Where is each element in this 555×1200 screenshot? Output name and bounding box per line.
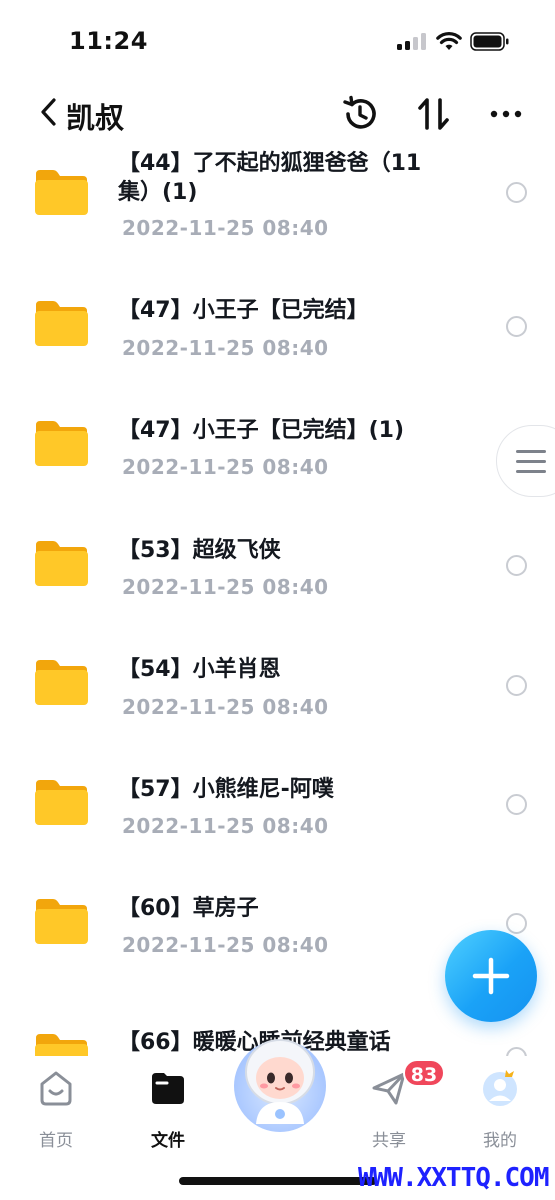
file-date: 2022-11-25 08:40 — [122, 455, 329, 479]
history-icon[interactable] — [340, 94, 380, 134]
profile-icon — [483, 1070, 517, 1106]
folder-icon — [35, 660, 88, 705]
file-date: 2022-11-25 08:40 — [122, 695, 329, 719]
file-date: 2022-11-25 08:40 — [122, 933, 329, 957]
file-name: 【54】小羊肖恩 — [118, 657, 281, 682]
select-radio[interactable] — [506, 794, 527, 815]
home-icon — [40, 1071, 72, 1106]
nav-bar: 凯叔 — [0, 82, 555, 144]
select-radio[interactable] — [506, 316, 527, 337]
list-item[interactable]: 【47】小王子【已完结】(1) 2022-11-25 08:40 — [0, 394, 555, 504]
file-name: 【57】小熊维尼-阿噗 — [118, 777, 334, 802]
plus-icon — [472, 957, 510, 995]
status-time: 11:24 — [69, 27, 148, 55]
tab-home[interactable]: 首页 — [16, 1068, 96, 1152]
folder-icon — [35, 170, 88, 215]
file-date: 2022-11-25 08:40 — [122, 336, 329, 360]
folder-icon — [35, 899, 88, 944]
select-radio[interactable] — [506, 182, 527, 203]
sort-icon[interactable] — [414, 94, 454, 134]
tab-label: 首页 — [39, 1131, 73, 1151]
folder-icon — [35, 421, 88, 466]
tab-profile[interactable]: 我的 — [460, 1068, 540, 1152]
list-item[interactable]: 【44】了不起的狐狸爸爸（11集）(1) 2022-11-25 08:40 — [0, 144, 555, 254]
tab-files[interactable]: 文件 — [128, 1068, 208, 1152]
file-name: 【47】小王子【已完结】 — [118, 298, 369, 323]
file-date: 2022-11-25 08:40 — [122, 216, 329, 240]
file-name: 【47】小王子【已完结】(1) — [118, 418, 405, 443]
page-title: 凯叔 — [66, 101, 125, 135]
wifi-icon — [436, 32, 462, 50]
file-list: 【44】了不起的狐狸爸爸（11集）(1) 2022-11-25 08:40 【4… — [0, 144, 555, 1056]
file-date: 2022-11-25 08:40 — [122, 575, 329, 599]
home-indicator — [179, 1177, 377, 1185]
folder-icon — [35, 541, 88, 586]
add-button[interactable] — [445, 930, 537, 1022]
back-button[interactable] — [36, 92, 66, 132]
list-item[interactable]: 【53】超级飞侠 2022-11-25 08:40 — [0, 513, 555, 623]
tab-label: 文件 — [151, 1131, 185, 1151]
tab-label: 我的 — [483, 1131, 517, 1151]
file-name: 【44】了不起的狐狸爸爸（11集）(1) — [118, 151, 422, 205]
folder-tab-icon — [152, 1073, 184, 1104]
folder-icon — [35, 301, 88, 346]
list-item[interactable]: 【57】小熊维尼-阿噗 2022-11-25 08:40 — [0, 752, 555, 862]
folder-icon — [35, 1034, 88, 1056]
tab-label: 共享 — [372, 1131, 406, 1151]
status-bar: 11:24 — [0, 0, 555, 80]
file-date: 2022-11-25 08:40 — [122, 814, 329, 838]
folder-icon — [35, 780, 88, 825]
select-radio[interactable] — [506, 1047, 527, 1056]
share-badge: 83 — [403, 1059, 445, 1087]
battery-icon — [470, 32, 509, 51]
file-name: 【53】超级飞侠 — [118, 538, 281, 563]
mascot-icon[interactable] — [228, 1028, 332, 1132]
list-item[interactable]: 【54】小羊肖恩 2022-11-25 08:40 — [0, 633, 555, 743]
select-radio[interactable] — [506, 555, 527, 576]
more-options-icon[interactable] — [486, 94, 526, 134]
list-item[interactable]: 【47】小王子【已完结】 2022-11-25 08:40 — [0, 274, 555, 384]
cellular-signal-icon — [397, 33, 427, 50]
file-name: 【60】草房子 — [118, 896, 259, 921]
watermark: WWW.XXTTQ.COM — [358, 1163, 549, 1193]
select-radio[interactable] — [506, 675, 527, 696]
